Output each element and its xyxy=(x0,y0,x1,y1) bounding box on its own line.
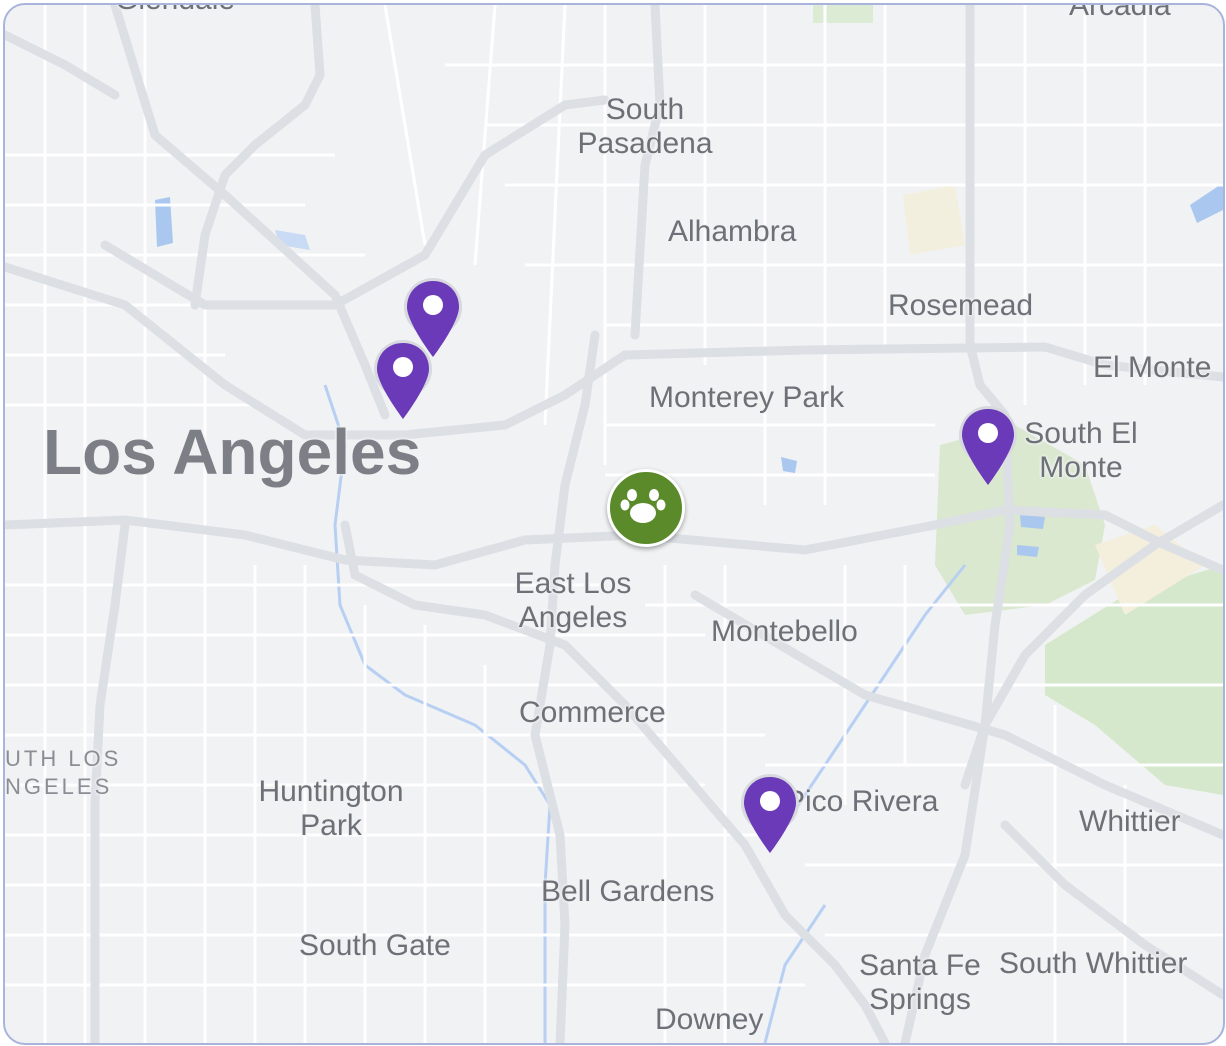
place-label-arcadia: Arcadia xyxy=(1069,3,1171,22)
place-label-south-whittier: South Whittier xyxy=(999,947,1188,980)
place-label-east-los-angeles: East Los Angeles xyxy=(514,567,632,634)
place-label-south-pasadena: South Pasadena xyxy=(577,93,713,160)
place-label-south-los-angeles: UTH LOS NGELES xyxy=(5,746,122,799)
location-pin[interactable] xyxy=(958,405,1018,489)
place-label-south-gate: South Gate xyxy=(299,929,451,962)
place-label-santa-fe-springs: Santa Fe Springs xyxy=(859,949,981,1016)
place-label-commerce: Commerce xyxy=(519,696,666,729)
place-label-los-angeles: Los Angeles xyxy=(43,416,422,488)
place-label-whittier: Whittier xyxy=(1079,805,1181,838)
place-label-huntington-park: Huntington Park xyxy=(258,775,404,842)
map-view[interactable]: Glendale Arcadia South Pasadena Alhambra… xyxy=(3,3,1225,1045)
place-label-montebello: Montebello xyxy=(711,615,858,648)
place-label-downey: Downey xyxy=(655,1003,764,1036)
place-label-el-monte: El Monte xyxy=(1093,351,1212,384)
place-label-bell-gardens: Bell Gardens xyxy=(541,875,715,908)
location-pin[interactable] xyxy=(740,773,800,857)
place-label-rosemead: Rosemead xyxy=(888,289,1034,322)
location-pin[interactable] xyxy=(373,339,433,423)
place-label-pico-rivera: Pico Rivera xyxy=(785,785,939,818)
place-label-south-el-monte: South El Monte xyxy=(1024,417,1138,484)
paw-icon xyxy=(620,489,666,523)
place-label-glendale: Glendale xyxy=(115,5,235,17)
park-area xyxy=(813,5,873,23)
place-label-alhambra: Alhambra xyxy=(668,215,797,248)
pet-location-marker[interactable] xyxy=(607,469,685,547)
place-label-monterey-park: Monterey Park xyxy=(649,381,845,414)
